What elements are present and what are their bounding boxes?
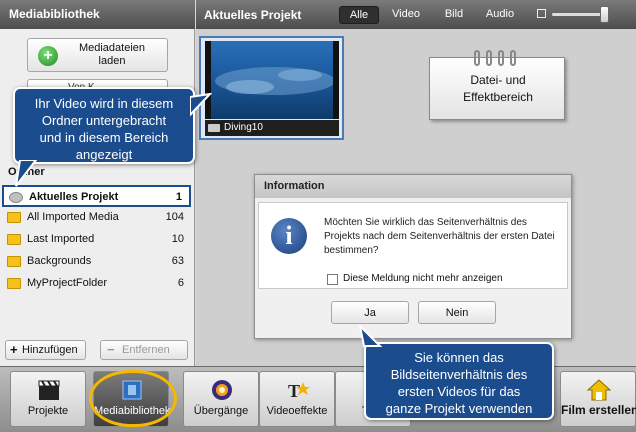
info-icon: i [271, 218, 307, 254]
callout-aspect-tail [358, 326, 383, 347]
folder-icon [7, 278, 21, 289]
add-folder-button[interactable]: + Hinzufügen [5, 340, 86, 360]
video-effects-button[interactable]: T Videoeffekte [259, 371, 335, 427]
folder-row-myprojectfolder[interactable]: MyProjectFolder 6 [2, 273, 191, 295]
folder-icon [7, 212, 21, 223]
svg-text:T: T [288, 381, 300, 401]
video-effects-label: Videoeffekte [266, 405, 328, 417]
projects-label: Projekte [27, 405, 69, 417]
callout-aspect-hint: Sie können das Bildseitenverhältnis des … [364, 342, 554, 420]
file-effect-area-note: Datei- und Effektbereich [429, 50, 565, 120]
export-house-icon [586, 379, 612, 401]
transitions-label: Übergänge [193, 405, 249, 417]
remove-folder-button[interactable]: − Entfernen [100, 340, 188, 360]
folder-count: 63 [171, 255, 184, 267]
load-media-button[interactable]: + Mediadateien laden [27, 38, 168, 72]
folder-name: Aktuelles Projekt [29, 191, 119, 203]
transitions-button[interactable]: Übergänge [183, 371, 259, 427]
effects-icon: T [288, 381, 310, 401]
binder-ring-icon [486, 50, 492, 66]
binder-ring-icon [498, 50, 504, 66]
dont-show-again-label: Diese Meldung nicht mehr anzeigen [343, 273, 503, 284]
folder-count: 104 [165, 211, 184, 223]
thumbnail-size-icon [537, 9, 546, 18]
clip-preview-image [205, 41, 339, 119]
folder-count: 6 [177, 277, 184, 289]
projects-button[interactable]: Projekte [10, 371, 86, 427]
folder-count: 10 [171, 233, 184, 245]
plus-icon: + [10, 342, 18, 357]
project-title: Aktuelles Projekt [204, 8, 302, 22]
callout-folder-tail [15, 160, 38, 187]
callout-folder-hint: Ihr Video wird in diesem Ordner untergeb… [13, 87, 195, 164]
folder-row-last-imported[interactable]: Last Imported 10 [2, 229, 191, 251]
binder-ring-icon [474, 50, 480, 66]
dialog-title: Information [255, 175, 571, 198]
folder-icon [7, 234, 21, 245]
create-movie-button[interactable]: Film erstellen [560, 371, 636, 427]
clapperboard-icon [38, 380, 60, 400]
folder-name: Backgrounds [27, 255, 92, 267]
gear-folder-icon [9, 192, 23, 203]
plus-icon: + [38, 46, 58, 66]
clip-caption: Diving10 [205, 120, 339, 136]
tab-all[interactable]: Alle [339, 6, 379, 24]
add-folder-label: Hinzufügen [22, 344, 78, 356]
video-camera-icon [208, 124, 220, 132]
folder-row-all-imported[interactable]: All Imported Media 104 [2, 207, 191, 229]
fish-school-image [205, 41, 339, 119]
tab-audio[interactable]: Audio [480, 6, 520, 24]
minus-icon: − [107, 342, 115, 357]
no-button[interactable]: Nein [418, 301, 496, 324]
folder-name: All Imported Media [27, 211, 119, 223]
create-movie-label: Film erstellen [561, 403, 636, 417]
dont-show-again-checkbox[interactable] [327, 274, 338, 285]
transitions-icon [212, 380, 232, 400]
zoom-slider-thumb[interactable] [600, 6, 609, 23]
callout-area-tail [190, 93, 212, 117]
tab-video[interactable]: Video [386, 6, 426, 24]
folder-row-backgrounds[interactable]: Backgrounds 63 [2, 251, 191, 273]
remove-folder-label: Entfernen [122, 344, 170, 356]
load-media-label: Mediadateien laden [78, 42, 146, 67]
folder-name: MyProjectFolder [27, 277, 108, 289]
folder-count: 1 [175, 191, 182, 203]
dialog-message: Möchten Sie wirklich das Seitenverhältni… [324, 217, 555, 256]
clip-name: Diving10 [224, 122, 263, 133]
folder-icon [7, 256, 21, 267]
tab-image[interactable]: Bild [436, 6, 472, 24]
folder-name: Last Imported [27, 233, 95, 245]
highlight-ring [89, 370, 177, 427]
binder-ring-icon [510, 50, 516, 66]
yes-button[interactable]: Ja [331, 301, 409, 324]
note-text: Datei- und Effektbereich [463, 73, 533, 104]
media-library-header: Mediabibliothek [0, 0, 195, 29]
